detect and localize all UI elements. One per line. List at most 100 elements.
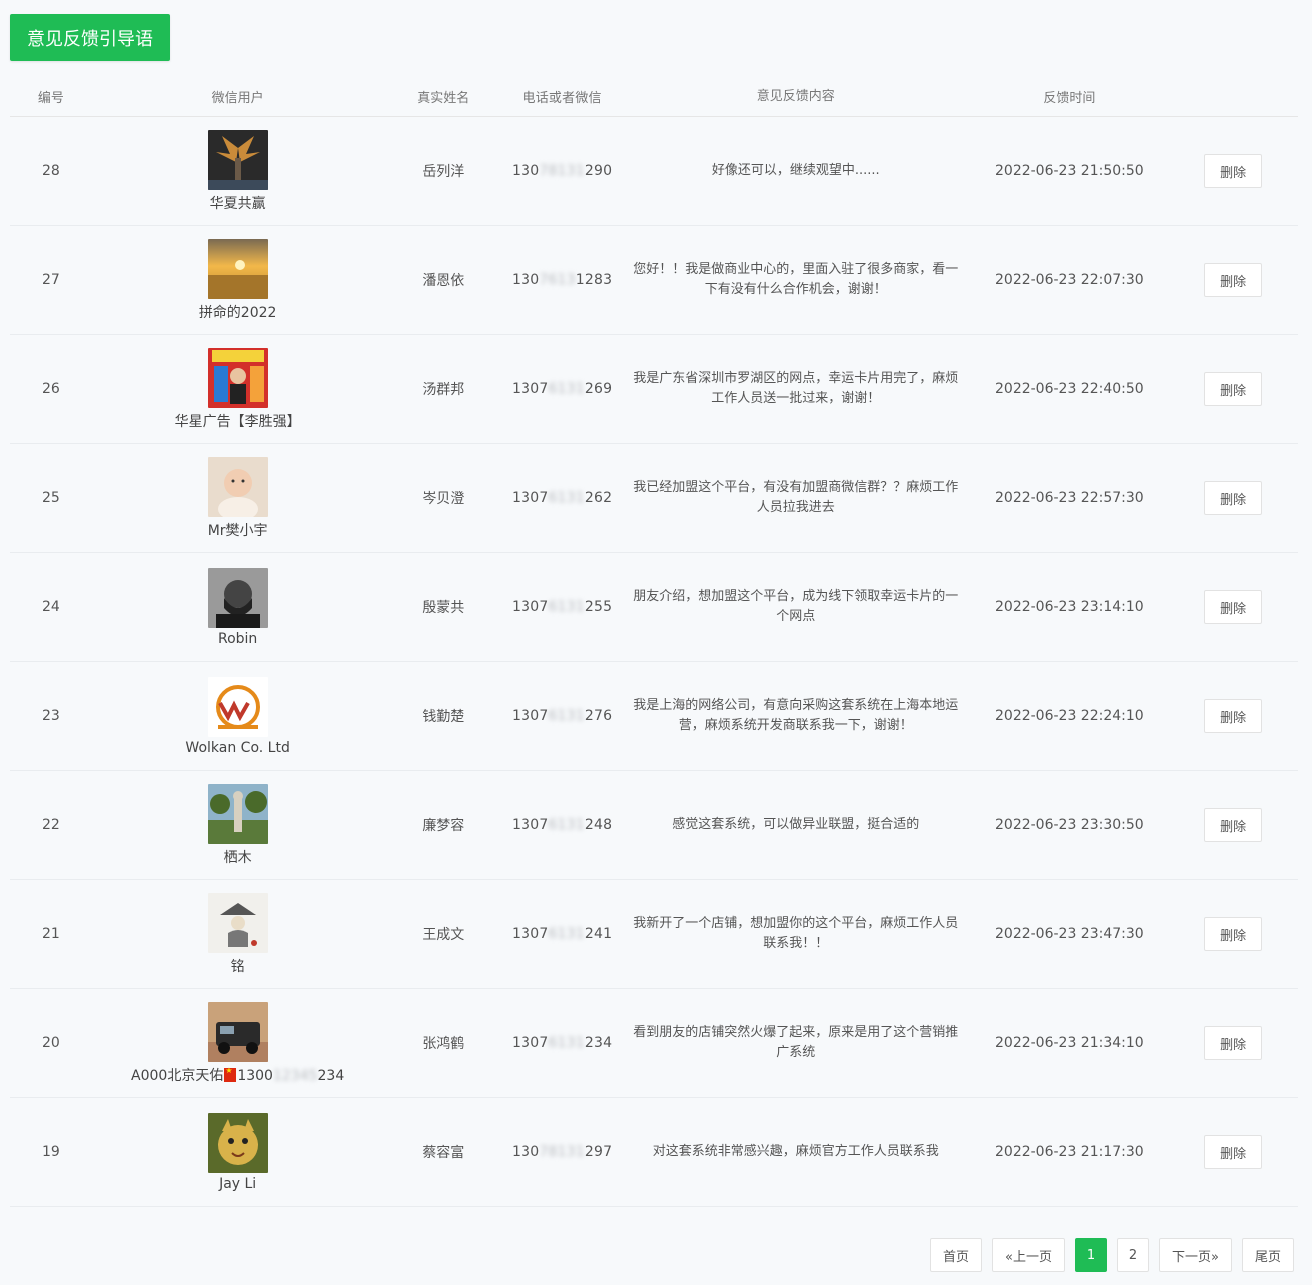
feedback-guide-button[interactable]: 意见反馈引导语 — [10, 14, 170, 61]
table-row: 22 栖木 廉梦容 13076131248 感觉这套系统，可以做异业联盟，挺合适… — [10, 771, 1298, 880]
phone-suffix: 269 — [584, 381, 613, 397]
real-name: 岳列洋 — [422, 164, 465, 180]
avatar — [207, 892, 268, 953]
delete-button[interactable]: 删除 — [1204, 808, 1263, 842]
col-name-header: 真实姓名 — [417, 91, 470, 106]
feedback-time: 2022-06-23 23:47:30 — [995, 926, 1144, 942]
phone-masked: 78131 — [539, 163, 585, 179]
phone: 13076131241 — [503, 926, 621, 942]
delete-button[interactable]: 删除 — [1204, 481, 1263, 515]
avatar — [207, 456, 268, 517]
phone-masked: 7613 — [539, 272, 576, 288]
feedback-content: 我是上海的网络公司，有意向采购这套系统在上海本地运营，麻烦系统开发商联系我一下，… — [633, 698, 959, 733]
user-nickname: Robin — [217, 630, 258, 647]
feedback-time: 2022-06-23 21:34:10 — [995, 1035, 1144, 1051]
col-id-header: 编号 — [37, 91, 64, 106]
real-name: 张鸿鹤 — [422, 1036, 465, 1052]
phone-masked: 78131 — [539, 1144, 585, 1160]
phone: 13076131248 — [503, 817, 621, 833]
row-id: 28 — [42, 163, 60, 179]
phone-masked: 6131 — [548, 817, 585, 833]
page-1-button[interactable]: 1 — [1075, 1238, 1108, 1272]
user-nickname: Mr樊小宇 — [207, 522, 268, 539]
delete-button[interactable]: 删除 — [1204, 1135, 1263, 1169]
feedback-content: 好像还可以，继续观望中...... — [711, 163, 880, 178]
phone: 13076131269 — [503, 381, 621, 397]
phone-prefix: 1307 — [512, 708, 549, 724]
delete-button[interactable]: 删除 — [1204, 1026, 1263, 1060]
avatar — [207, 567, 268, 628]
real-name: 蔡容富 — [422, 1145, 465, 1161]
delete-button[interactable]: 删除 — [1204, 154, 1263, 188]
row-id: 19 — [42, 1144, 60, 1160]
pagination: 首页 «上一页 1 2 下一页» 尾页 — [930, 1238, 1294, 1272]
col-phone-header: 电话或者微信 — [522, 91, 602, 106]
user-nickname: A000北京天佑 130012345234 — [131, 1065, 344, 1085]
feedback-table: 编号 微信用户 真实姓名 电话或者微信 意见反馈内容 反馈时间 28 华夏共赢 … — [10, 77, 1298, 1207]
phone: 13076131234 — [503, 1035, 621, 1051]
feedback-content: 看到朋友的店铺突然火爆了起来，原来是用了这个营销推广系统 — [633, 1025, 959, 1060]
table-row: 24 Robin 殷蒙共 13076131255 朋友介绍，想加盟这个平台，成为… — [10, 553, 1298, 662]
row-id: 23 — [42, 708, 60, 724]
phone-suffix: 297 — [584, 1144, 613, 1160]
page-2-button[interactable]: 2 — [1117, 1238, 1150, 1272]
phone: 13076131255 — [503, 599, 621, 615]
feedback-content: 感觉这套系统，可以做异业联盟，挺合适的 — [672, 817, 920, 832]
avatar — [207, 676, 268, 737]
delete-button[interactable]: 删除 — [1204, 263, 1263, 297]
avatar — [207, 347, 268, 408]
next-page-button[interactable]: 下一页» — [1159, 1238, 1232, 1272]
nickname-part: 1300 — [237, 1067, 273, 1084]
table-row: 25 Mr樊小宇 岑贝澄 13076131262 我已经加盟这个平台，有没有加盟… — [10, 444, 1298, 553]
delete-button[interactable]: 删除 — [1204, 590, 1263, 624]
avatar — [207, 783, 268, 844]
phone-prefix: 1307 — [512, 490, 549, 506]
china-flag-icon — [224, 1066, 237, 1082]
table-row: 20 A000北京天佑130012345234 张鸿鹤 13076131234 … — [10, 989, 1298, 1098]
phone-prefix: 1307 — [512, 817, 549, 833]
delete-button[interactable]: 删除 — [1204, 372, 1263, 406]
phone-suffix: 234 — [584, 1035, 613, 1051]
delete-button[interactable]: 删除 — [1204, 917, 1263, 951]
table-row: 23 Wolkan Co. Ltd 钱勤楚 13076131276 我是上海的网… — [10, 662, 1298, 771]
avatar — [207, 1001, 268, 1062]
feedback-content: 我是广东省深圳市罗湖区的网点，幸运卡片用完了，麻烦工作人员送一批过来，谢谢！ — [633, 371, 959, 406]
first-page-button[interactable]: 首页 — [930, 1238, 983, 1272]
phone-suffix: 262 — [584, 490, 613, 506]
row-id: 21 — [42, 926, 60, 942]
col-user-header: 微信用户 — [211, 91, 264, 106]
last-page-button[interactable]: 尾页 — [1241, 1238, 1294, 1272]
user-nickname: Wolkan Co. Ltd — [185, 739, 290, 756]
table-header: 编号 微信用户 真实姓名 电话或者微信 意见反馈内容 反馈时间 — [10, 77, 1298, 117]
row-id: 24 — [42, 599, 60, 615]
feedback-time: 2022-06-23 21:50:50 — [995, 163, 1144, 179]
phone: 13076131262 — [503, 490, 621, 506]
nickname-part: 234 — [317, 1067, 345, 1084]
phone-masked: 6131 — [548, 1035, 585, 1051]
phone-suffix: 276 — [584, 708, 613, 724]
phone-masked: 6131 — [548, 926, 585, 942]
phone-prefix: 1307 — [512, 381, 549, 397]
user-cell: 华夏共赢 — [92, 129, 384, 213]
user-cell: 拼命的2022 — [92, 238, 384, 322]
feedback-time: 2022-06-23 22:40:50 — [995, 381, 1144, 397]
table-row: 26 华星广告【李胜强】 汤群邦 13076131269 我是广东省深圳市罗湖区… — [10, 335, 1298, 444]
phone-suffix: 241 — [584, 926, 613, 942]
phone-suffix: 255 — [584, 599, 613, 615]
phone-prefix: 130 — [512, 272, 540, 288]
avatar — [207, 238, 268, 299]
delete-button[interactable]: 删除 — [1204, 699, 1263, 733]
user-cell: A000北京天佑 130012345234 — [92, 1001, 384, 1085]
nickname-part: A000北京天佑 — [131, 1067, 224, 1084]
feedback-time: 2022-06-23 21:17:30 — [995, 1144, 1144, 1160]
prev-page-button[interactable]: «上一页 — [992, 1238, 1066, 1272]
user-cell: Wolkan Co. Ltd — [92, 676, 384, 756]
avatar — [207, 1112, 268, 1173]
real-name: 钱勤楚 — [422, 709, 465, 725]
real-name: 殷蒙共 — [422, 600, 465, 616]
feedback-time: 2022-06-23 22:24:10 — [995, 708, 1144, 724]
user-nickname: 栖木 — [223, 849, 252, 866]
feedback-content: 朋友介绍，想加盟这个平台，成为线下领取幸运卡片的一个网点 — [633, 589, 959, 624]
table-row: 28 华夏共赢 岳列洋 13078131290 好像还可以，继续观望中.....… — [10, 117, 1298, 226]
phone-prefix: 130 — [512, 1144, 540, 1160]
